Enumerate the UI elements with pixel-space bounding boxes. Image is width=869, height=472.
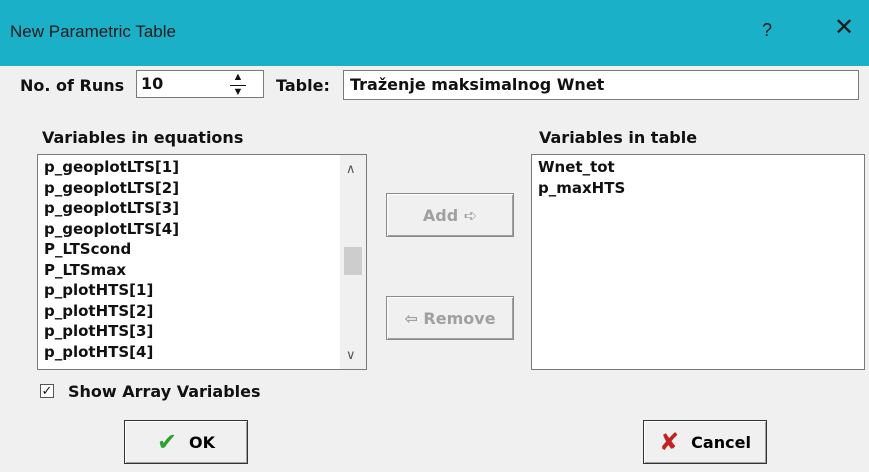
window-title: New Parametric Table (10, 22, 176, 41)
help-button[interactable]: ? (762, 20, 772, 41)
runs-value: 10 (141, 74, 164, 93)
scroll-up-icon[interactable]: ∧ (346, 161, 356, 177)
equations-listbox[interactable]: p_geoplotLTS[1] p_geoplotLTS[2] p_geoplotL… (37, 154, 367, 370)
list-item[interactable]: p_geoplotLTS[4] (38, 219, 179, 240)
list-item[interactable]: p_plotHTS[1] (38, 280, 179, 301)
x-icon: ✘ (659, 428, 680, 456)
list-item[interactable]: p_maxHTS (532, 178, 625, 199)
remove-button-label: ⇦ Remove (404, 308, 496, 328)
list-item[interactable]: p_geoplotLTS[1] (38, 157, 179, 178)
scroll-thumb[interactable] (344, 247, 362, 275)
title-bar: New Parametric Table ? ✕ (0, 0, 869, 66)
add-button[interactable]: Add ➪ (386, 193, 514, 237)
table-vars-list: Wnet_tot p_maxHTS (532, 157, 625, 198)
list-item[interactable]: p_plotHTS[2] (38, 301, 179, 322)
cancel-button-label: Cancel (691, 432, 751, 452)
table-name-value: Traženje maksimalnog Wnet (350, 75, 605, 94)
list-item[interactable]: p_geoplotLTS[3] (38, 198, 179, 219)
equations-label: Variables in equations (42, 128, 244, 147)
spinner-up-icon[interactable]: ▲ (228, 72, 248, 83)
table-vars-listbox[interactable]: Wnet_tot p_maxHTS (531, 154, 865, 370)
list-item[interactable]: p_plotHTS[3] (38, 321, 179, 342)
equations-scrollbar[interactable]: ∧ ∨ (340, 155, 366, 369)
ok-button[interactable]: ✔ OK (124, 420, 248, 464)
close-button[interactable]: ✕ (834, 16, 854, 40)
up-down-spinner-icon[interactable]: ▲ ▼ (228, 72, 248, 98)
add-button-label: Add ➪ (422, 205, 478, 225)
table-name-input[interactable]: Traženje maksimalnog Wnet (343, 70, 859, 100)
list-item[interactable]: P_LTScond (38, 239, 179, 260)
show-array-checkbox[interactable]: ✓ (40, 384, 54, 398)
table-vars-label: Variables in table (539, 128, 698, 147)
scroll-down-icon[interactable]: ∨ (346, 347, 356, 363)
list-item[interactable]: p_geoplotLTS[2] (38, 178, 179, 199)
list-item[interactable]: Wnet_tot (532, 157, 625, 178)
ok-button-label: OK (189, 432, 216, 452)
list-item[interactable]: p_plotHTS[4] (38, 342, 179, 363)
list-item[interactable]: P_LTSmax (38, 260, 179, 281)
spinner-down-icon[interactable]: ▼ (228, 87, 248, 98)
table-label: Table: (276, 76, 330, 95)
remove-button[interactable]: ⇦ Remove (386, 296, 514, 340)
cancel-button[interactable]: ✘ Cancel (643, 420, 767, 464)
show-array-label: Show Array Variables (68, 382, 261, 401)
equations-list: p_geoplotLTS[1] p_geoplotLTS[2] p_geoplotL… (38, 157, 179, 362)
runs-label: No. of Runs (20, 76, 125, 95)
check-icon: ✔ (156, 428, 178, 456)
